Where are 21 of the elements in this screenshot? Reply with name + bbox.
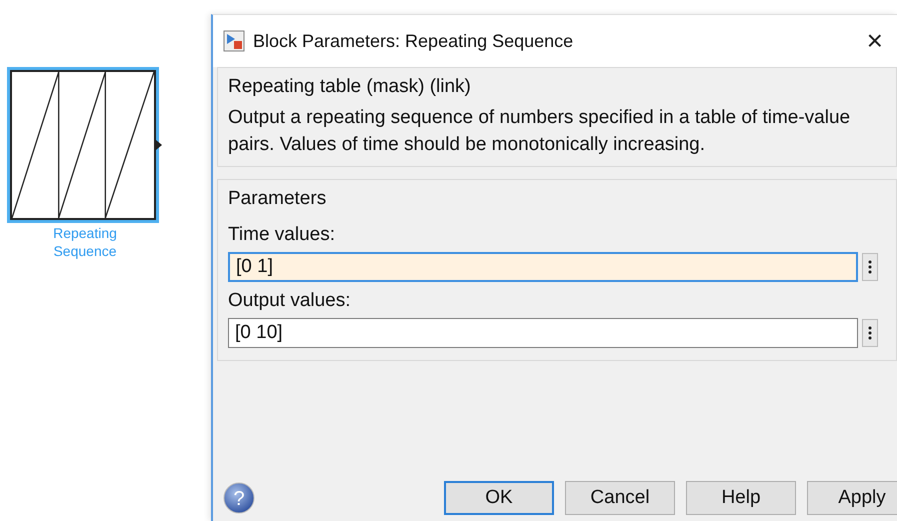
vertical-dots-icon bbox=[868, 326, 872, 340]
input-field[interactable]: [0 10] bbox=[228, 318, 858, 348]
description-text: Output a repeating sequence of numbers specified in a table of time-value pairs. Values of time should be monotonically increasing. bbox=[228, 106, 852, 157]
field-label: Output values: bbox=[228, 290, 352, 312]
dialog-button[interactable]: OK bbox=[444, 481, 554, 515]
group-title: Repeating table (mask) (link) bbox=[228, 75, 472, 99]
close-button[interactable]: × bbox=[862, 27, 887, 55]
more-options-button[interactable] bbox=[862, 253, 878, 281]
vertical-dots-icon bbox=[868, 260, 872, 274]
dialog-button[interactable]: Apply bbox=[807, 481, 897, 515]
app-icon bbox=[223, 30, 245, 52]
more-options-button[interactable] bbox=[862, 319, 878, 347]
output-port-icon bbox=[156, 140, 162, 150]
field-label: Time values: bbox=[228, 224, 336, 246]
dialog-button[interactable]: Cancel bbox=[565, 481, 675, 515]
window-title: Block Parameters: Repeating Sequence bbox=[253, 30, 574, 52]
dialog-button[interactable]: Help bbox=[686, 481, 796, 515]
input-field[interactable]: [0 1] bbox=[228, 252, 858, 282]
group-title: Parameters bbox=[228, 187, 328, 211]
repeating-sequence-block[interactable] bbox=[10, 70, 156, 220]
block-label: Repeating Sequence bbox=[52, 224, 118, 260]
